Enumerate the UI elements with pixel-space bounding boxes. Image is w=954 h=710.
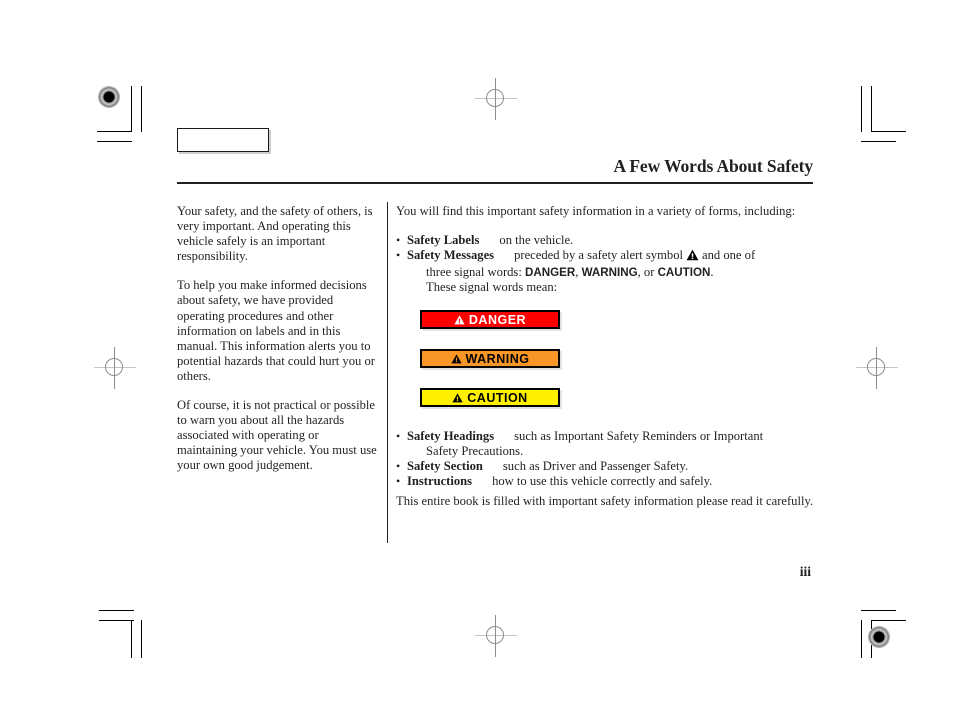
bullet-continuation-these-mean: These signal words mean: xyxy=(426,280,558,295)
alert-triangle-icon xyxy=(686,249,699,265)
list-item: Safety Messages preceded by a safety aler… xyxy=(396,248,814,295)
title-rule xyxy=(177,182,813,184)
signal-box-caution-label: CAUTION xyxy=(467,390,528,405)
safety-forms-list-lower-wrap: Safety Headings such as Important Safety … xyxy=(396,429,814,489)
left-column: Your safety, and the safety of others, i… xyxy=(177,204,380,488)
bullet-continuation-safety-headings: Safety Precautions. xyxy=(426,444,524,459)
list-item: Instructions how to use this vehicle corr… xyxy=(396,474,814,489)
bullet-description-instructions: how to use this vehicle correctly and sa… xyxy=(492,474,713,489)
signal-word-danger: DANGER xyxy=(525,266,576,280)
left-paragraph-2: To help you make informed decisions abou… xyxy=(177,278,375,383)
bullet-term-instructions: Instructions xyxy=(407,474,473,489)
left-paragraph-1: Your safety, and the safety of others, i… xyxy=(177,204,373,264)
bullet-description-safety-messages: preceded by a safety alert symbol xyxy=(514,248,683,263)
bullet-term-safety-headings: Safety Headings xyxy=(407,429,495,443)
signal-box-warning-label: WARNING xyxy=(465,351,530,366)
bullet-description-safety-section: such as Driver and Passenger Safety. xyxy=(502,459,689,474)
signal-suffix: . xyxy=(710,265,714,280)
signal-word-warning: WARNING xyxy=(581,266,638,280)
right-intro-paragraph: You will find this important safety info… xyxy=(396,204,796,218)
manual-page: A Few Words About Safety Your safety, an… xyxy=(0,0,954,710)
signal-word-boxes: DANGER WARNING CAUTION xyxy=(420,310,560,427)
bullet-continuation-signal-words: three signal words: DANGER, WARNING, or … xyxy=(407,265,814,280)
column-divider xyxy=(387,202,388,543)
list-item: Safety Headings such as Important Safety … xyxy=(396,429,814,459)
signal-box-caution: CAUTION xyxy=(420,388,560,407)
bullet-description-safety-labels: on the vehicle. xyxy=(499,233,574,248)
signal-box-danger: DANGER xyxy=(420,310,560,329)
closing-paragraph: This entire book is filled with importan… xyxy=(396,494,814,508)
signal-words-prefix: three signal words: xyxy=(426,265,522,280)
bullet-term-safety-section: Safety Section xyxy=(407,459,483,474)
bullet-term-safety-messages: Safety Messages xyxy=(407,248,495,263)
alert-triangle-icon xyxy=(454,314,465,325)
bullet-description-safety-headings: such as Important Safety Reminders or Im… xyxy=(514,429,764,443)
signal-box-danger-label: DANGER xyxy=(468,312,527,327)
page-title: A Few Words About Safety xyxy=(613,156,813,176)
safety-forms-list-lower: Safety Headings such as Important Safety … xyxy=(396,429,814,489)
right-column: You will find this important safety info… xyxy=(396,204,814,295)
left-paragraph-3: Of course, it is not practical or possib… xyxy=(177,398,377,473)
safety-forms-list-upper: Safety Labels on the vehicle. Safety Mess… xyxy=(396,233,814,295)
signal-sep-1: , xyxy=(575,265,579,280)
signal-sep-2: , or xyxy=(637,265,655,280)
alert-triangle-icon xyxy=(450,353,462,364)
list-item: Safety Section such as Driver and Passeng… xyxy=(396,459,814,474)
signal-box-warning: WARNING xyxy=(420,349,560,368)
list-item: Safety Labels on the vehicle. xyxy=(396,233,814,248)
bullet-description-safety-messages-tail: and one of xyxy=(702,248,756,263)
signal-word-caution: CAUTION xyxy=(657,266,711,280)
alert-triangle-icon xyxy=(452,392,463,403)
bullet-term-safety-labels: Safety Labels xyxy=(407,233,480,248)
section-tab-box xyxy=(177,128,269,152)
page-number: iii xyxy=(799,564,811,579)
